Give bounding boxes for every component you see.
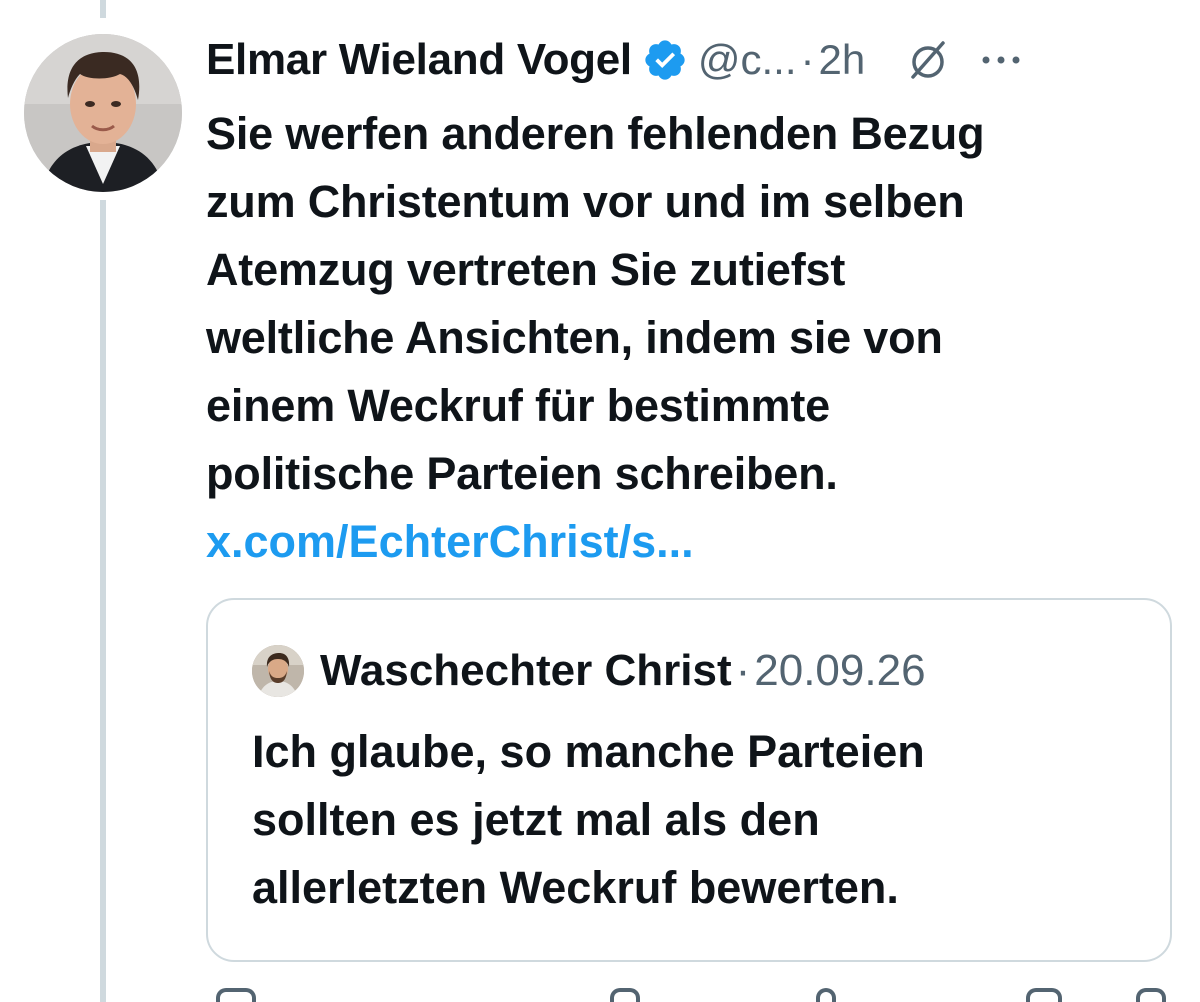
tweet-text-line: zum Christentum vor und im selben <box>206 176 965 227</box>
quoted-tweet-header: Waschechter Christ · 20.09.26 <box>252 640 926 702</box>
quoted-tweet-date[interactable]: 20.09.26 <box>754 646 925 696</box>
author-display-name[interactable]: Elmar Wieland Vogel <box>206 35 632 85</box>
separator-dot: · <box>735 646 751 695</box>
tweet-text-line: Atemzug vertreten Sie zutiefst <box>206 244 846 295</box>
like-icon[interactable] <box>816 988 836 1002</box>
tweet-timestamp[interactable]: 2h <box>819 36 866 84</box>
tweet-text-line: weltliche Ansichten, indem sie von <box>206 312 943 363</box>
bookmark-icon[interactable] <box>1026 988 1062 1002</box>
separator-dot: · <box>800 36 815 83</box>
quoted-text-line: Ich glaube, so manche Parteien <box>252 726 925 777</box>
tweet-action-bar <box>206 988 1172 1002</box>
quoted-text-line: allerletzten Weckruf bewerten. <box>252 862 899 913</box>
quoted-text-line: sollten es jetzt mal als den <box>252 794 820 845</box>
repost-icon[interactable] <box>610 988 640 1002</box>
verified-badge-icon[interactable] <box>642 37 688 83</box>
quoted-author-avatar[interactable] <box>252 645 304 697</box>
tweet-text-line: Sie werfen anderen fehlenden Bezug <box>206 108 985 159</box>
tweet-link[interactable]: x.com/EchterChrist/s... <box>206 508 694 576</box>
quoted-author-name[interactable]: Waschechter Christ <box>320 646 732 696</box>
quoted-tweet-card[interactable]: Waschechter Christ · 20.09.26 Ich glaube… <box>206 598 1172 962</box>
reply-icon[interactable] <box>216 988 256 1002</box>
grok-icon[interactable] <box>905 37 951 83</box>
tweet-header: Elmar Wieland Vogel @c... · 2h <box>206 30 1186 90</box>
author-avatar[interactable] <box>24 34 182 192</box>
author-handle[interactable]: @c... <box>698 36 797 84</box>
tweet-text-line: politische Parteien schreiben. <box>206 448 838 499</box>
tweet-body: Sie werfen anderen fehlenden Bezug zum C… <box>206 100 1176 508</box>
share-icon[interactable] <box>1136 988 1166 1002</box>
quoted-tweet-body: Ich glaube, so manche Parteien sollten e… <box>252 718 1132 922</box>
tweet-page: Elmar Wieland Vogel @c... · 2h Sie werfe… <box>0 0 1200 1002</box>
more-options-icon[interactable] <box>979 50 1023 70</box>
tweet-text-line: einem Weckruf für bestimmte <box>206 380 830 431</box>
